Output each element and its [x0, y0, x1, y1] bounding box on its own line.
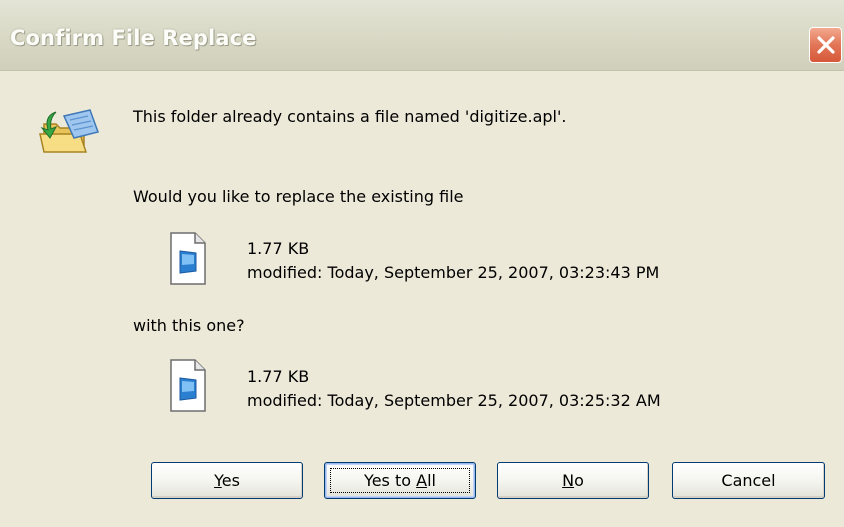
- no-label-rest: o: [574, 471, 584, 490]
- title-bar[interactable]: Confirm File Replace: [0, 0, 844, 71]
- document-icon: [170, 359, 206, 412]
- existing-file-modified: modified: Today, September 25, 2007, 03:…: [247, 263, 660, 282]
- no-button[interactable]: No: [497, 462, 649, 499]
- new-file-modified: modified: Today, September 25, 2007, 03:…: [247, 391, 661, 410]
- focus-rectangle: [330, 468, 470, 493]
- message-line-3: with this one?: [133, 316, 245, 335]
- cancel-button[interactable]: Cancel: [672, 462, 825, 499]
- yes-button[interactable]: Yes: [151, 462, 303, 499]
- window-title: Confirm File Replace: [10, 26, 257, 50]
- yes-to-all-button[interactable]: Yes to All: [324, 462, 476, 499]
- folder-replace-icon: [39, 109, 99, 153]
- confirm-file-replace-dialog: Confirm File Replace This folder already…: [0, 0, 844, 527]
- document-icon: [170, 232, 206, 285]
- yes-mnemonic: Y: [214, 471, 222, 490]
- close-button[interactable]: [809, 27, 842, 63]
- new-file-size: 1.77 KB: [247, 367, 310, 386]
- no-mnemonic: N: [562, 471, 575, 490]
- close-icon: [817, 36, 835, 54]
- yes-label-rest: es: [221, 471, 240, 490]
- message-line-2: Would you like to replace the existing f…: [133, 187, 464, 206]
- cancel-label: Cancel: [721, 471, 776, 490]
- message-line-1: This folder already contains a file name…: [133, 107, 567, 126]
- existing-file-size: 1.77 KB: [247, 239, 310, 258]
